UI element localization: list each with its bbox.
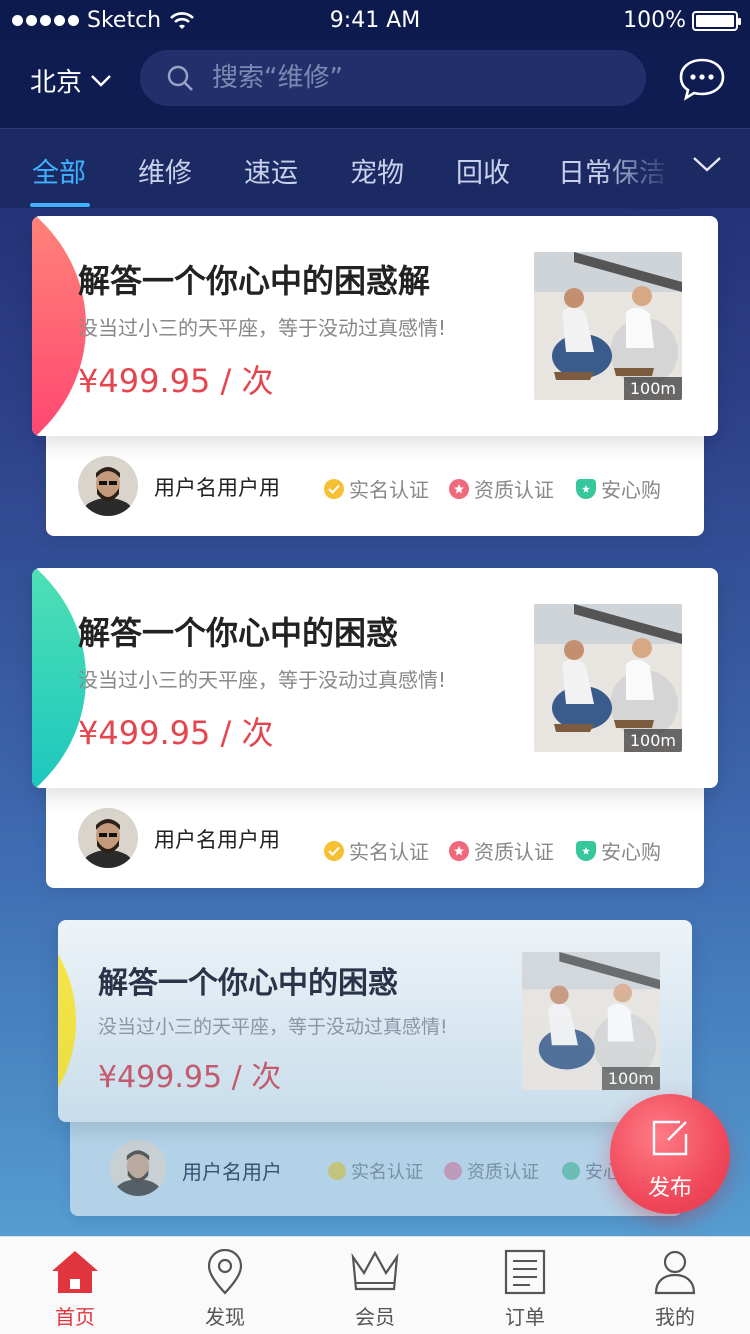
distance-label: 100m (601, 1067, 660, 1090)
listing-card-2[interactable]: 解答一个你心中的困惑 没当过小三的天平座，等于没动过真感情! ¥499.95 /… (32, 568, 718, 788)
tab-label: 首页 (55, 1305, 95, 1329)
listing-image[interactable]: 100m (522, 952, 660, 1090)
badge-label: 资质认证 (474, 840, 554, 864)
distance-label: 100m (623, 729, 682, 752)
badge-label: 资质认证 (467, 1162, 539, 1183)
tab-label: 订单 (505, 1305, 545, 1329)
home-icon (52, 1251, 98, 1293)
tab-pets[interactable]: 宠物 (350, 151, 404, 190)
shield-icon (576, 840, 596, 861)
bottom-tab-bar: 首页 发现 会员 订单 我的 (0, 1236, 750, 1334)
listing-title: 解答一个你心中的困惑解 (78, 262, 431, 300)
listing-subtitle: 没当过小三的天平座，等于没动过真感情! (78, 668, 447, 692)
username: 用户名用户用 (154, 476, 280, 500)
badge-real-name: 实名认证 (328, 1158, 423, 1184)
tab-recycle[interactable]: 回收 (456, 151, 510, 190)
chat-bubble-icon (679, 58, 725, 101)
shield-icon (576, 478, 596, 499)
listing-title: 解答一个你心中的困惑 (78, 614, 399, 652)
tabbar-discover[interactable]: 发现 (150, 1237, 300, 1334)
tabbar-profile[interactable]: 我的 (600, 1237, 750, 1334)
star-icon (444, 1162, 462, 1180)
message-button[interactable] (678, 56, 726, 106)
check-icon (328, 1162, 346, 1180)
avatar[interactable] (78, 808, 138, 868)
listing-price: ¥499.95 / 次 (78, 714, 274, 752)
active-tab-indicator (30, 203, 90, 207)
distance-label: 100m (623, 377, 682, 400)
tab-label: 发现 (205, 1305, 245, 1329)
check-icon (324, 840, 344, 861)
badge-label: 安心购 (601, 478, 661, 502)
listing-card-1[interactable]: 解答一个你心中的困惑解 没当过小三的天平座，等于没动过真感情! ¥499.95 … (32, 216, 718, 436)
listing-image[interactable]: 100m (534, 604, 682, 752)
chevron-down-icon (693, 157, 721, 172)
tab-label: 我的 (655, 1305, 695, 1329)
tab-label: 会员 (355, 1305, 395, 1329)
tab-all[interactable]: 全部 (32, 151, 86, 190)
badge-qualification: 资质认证 (449, 474, 554, 503)
badge-real-name: 实名认证 (324, 836, 429, 865)
publish-label: 发布 (647, 1176, 692, 1201)
tab-repair[interactable]: 维修 (138, 151, 192, 190)
tabs-fade (600, 129, 680, 209)
avatar[interactable] (110, 1140, 166, 1196)
city-selector[interactable]: 北京 (30, 62, 112, 99)
listing-image[interactable]: 100m (534, 252, 682, 400)
card-accent (58, 920, 76, 1122)
edit-icon (652, 1120, 688, 1156)
listing-price: ¥499.95 / 次 (98, 1060, 282, 1095)
user-icon (654, 1250, 696, 1295)
avatar[interactable] (78, 456, 138, 516)
city-label: 北京 (30, 68, 83, 98)
shield-icon (562, 1162, 580, 1180)
badge-label: 安心购 (601, 840, 661, 864)
listing-price: ¥499.95 / 次 (78, 362, 274, 400)
badge-secure-purchase: 安心购 (576, 474, 661, 503)
avatar-image (78, 456, 138, 516)
listing-card-3[interactable]: 解答一个你心中的困惑 没当过小三的天平座，等于没动过真感情! ¥499.95 /… (58, 920, 692, 1122)
listing-subtitle: 没当过小三的天平座，等于没动过真感情! (98, 1016, 448, 1038)
listing-2-user-row: 用户名用户用 实名认证 资质认证 安心购 (46, 778, 704, 888)
tab-express[interactable]: 速运 (244, 151, 298, 190)
listing-1-user-row: 用户名用户用 实名认证 资质认证 安心购 (46, 426, 704, 536)
avatar-image (110, 1140, 166, 1196)
avatar-image (78, 808, 138, 868)
star-icon (449, 840, 469, 861)
category-tabs: 全部 维修 速运 宠物 回收 日常保洁 (0, 128, 750, 209)
listing-subtitle: 没当过小三的天平座，等于没动过真感情! (78, 316, 447, 340)
badge-real-name: 实名认证 (324, 474, 429, 503)
publish-button[interactable]: 发布 (610, 1094, 730, 1214)
badge-label: 实名认证 (351, 1162, 423, 1183)
badge-secure-purchase: 安心购 (576, 836, 661, 865)
status-bar: Sketch 9:41 AM 100% (0, 0, 750, 40)
check-icon (324, 478, 344, 499)
badge-label: 实名认证 (349, 840, 429, 864)
crown-icon (351, 1250, 399, 1291)
username: 用户名用户用 (154, 828, 280, 852)
badge-label: 实名认证 (349, 478, 429, 502)
tabbar-member[interactable]: 会员 (300, 1237, 450, 1334)
tabs-expand-button[interactable] (692, 155, 722, 177)
battery-icon (692, 10, 741, 31)
tabbar-home[interactable]: 首页 (0, 1237, 150, 1334)
header: 北京 (0, 40, 750, 128)
listing-3-user-row: 用户名用户 实名认证 资质认证 安心 (70, 1120, 682, 1216)
badge-qualification: 资质认证 (444, 1158, 539, 1184)
search-bar[interactable] (140, 50, 646, 106)
location-icon (207, 1249, 243, 1295)
order-icon (504, 1249, 546, 1295)
badge-qualification: 资质认证 (449, 836, 554, 865)
username: 用户名用户 (182, 1160, 282, 1184)
star-icon (449, 478, 469, 499)
tabbar-orders[interactable]: 订单 (450, 1237, 600, 1334)
listing-title: 解答一个你心中的困惑 (98, 966, 398, 1001)
battery-info: 100% (623, 8, 741, 33)
badge-label: 资质认证 (474, 478, 554, 502)
chevron-down-icon (91, 74, 111, 87)
battery-percent: 100% (623, 8, 686, 33)
search-input[interactable] (212, 63, 612, 93)
search-icon (167, 65, 193, 91)
